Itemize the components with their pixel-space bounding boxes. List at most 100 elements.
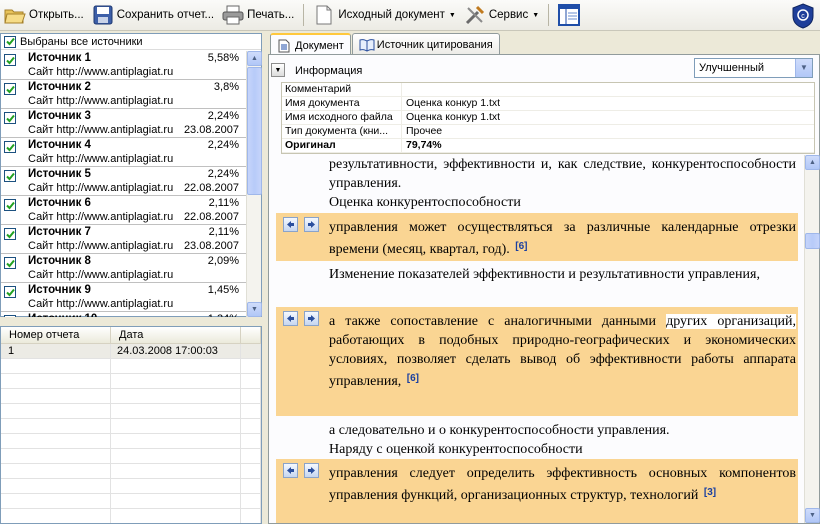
source-item[interactable]: Источник 10 1,34% (1, 312, 247, 317)
print-label: Печать... (247, 9, 295, 21)
source-item[interactable]: Источник 5 2,24% Сайт http://www.antiplagi… (1, 167, 247, 196)
source-name: Источник 6 (28, 197, 91, 209)
col-report-date[interactable]: Дата (111, 327, 241, 344)
tab-citation-source[interactable]: Источник цитирования (351, 33, 500, 55)
info-key: Комментарий (282, 83, 402, 96)
next-match-icon[interactable] (304, 463, 319, 478)
empty-cell (111, 479, 241, 494)
info-key: Оригинал (282, 139, 402, 152)
collapse-info-button[interactable]: ▼ (271, 63, 285, 77)
citation-ref-link[interactable]: [6] (407, 373, 419, 384)
scroll-thumb[interactable] (247, 67, 262, 195)
source-site[interactable]: Сайт http://www.antiplagiat.ru (28, 95, 173, 107)
prev-match-icon[interactable] (283, 311, 298, 326)
print-button[interactable]: Печать... (218, 1, 298, 29)
empty-cell (111, 359, 241, 374)
source-site[interactable]: Сайт http://www.antiplagiat.ru (28, 66, 173, 78)
source-document-dropdown[interactable]: Исходный документ ▼ (309, 1, 459, 29)
toolbar-separator (548, 4, 550, 26)
table-row[interactable]: 1 24.03.2008 17:00:03 (1, 344, 261, 359)
matched-fragment: управления может осуществляться за разли… (276, 213, 798, 261)
checkbox-checked-icon[interactable] (4, 83, 16, 95)
checkbox-checked-icon[interactable] (4, 54, 16, 66)
empty-cell (1, 479, 111, 494)
scroll-up-icon[interactable]: ▲ (247, 51, 262, 66)
empty-cell (111, 449, 241, 464)
checkbox-checked-icon[interactable] (4, 141, 16, 153)
paragraph-text: результативности, эффективности и, как с… (329, 155, 796, 212)
citation-ref-link[interactable]: [6] (515, 241, 527, 252)
source-site[interactable]: Сайт http://www.antiplagiat.ru (28, 182, 173, 194)
empty-cell (241, 464, 261, 479)
next-match-icon[interactable] (304, 311, 319, 326)
source-item[interactable]: Источник 2 3,8% Сайт http://www.antiplagia… (1, 80, 247, 109)
empty-cell (111, 389, 241, 404)
scroll-up-icon[interactable]: ▲ (805, 155, 820, 170)
prev-match-icon[interactable] (283, 463, 298, 478)
service-dropdown[interactable]: Сервис ▼ (460, 1, 543, 29)
next-match-icon[interactable] (304, 217, 319, 232)
open-folder-icon (4, 4, 26, 26)
checkbox-checked-icon[interactable] (4, 199, 16, 211)
chevron-down-icon[interactable]: ▼ (795, 59, 812, 77)
scroll-down-icon[interactable]: ▼ (247, 302, 262, 317)
source-percent: 2,24% (207, 168, 239, 180)
scroll-thumb[interactable] (805, 233, 820, 249)
empty-cell (241, 389, 261, 404)
checkbox-checked-icon[interactable] (4, 286, 16, 298)
source-item[interactable]: Источник 7 2,11% Сайт http://www.antiplagi… (1, 225, 247, 254)
document-tabs: Документ Источник цитирования (270, 33, 501, 56)
source-item[interactable]: Источник 8 2,09% Сайт http://www.antiplagi… (1, 254, 247, 283)
empty-table-row (1, 494, 261, 509)
mode-select[interactable]: Улучшенный ▼ (694, 58, 813, 78)
source-item[interactable]: Источник 6 2,11% Сайт http://www.antiplagi… (1, 196, 247, 225)
checkbox-checked-icon[interactable] (4, 257, 16, 269)
paragraph-text: а следовательно и о конкурентоспособност… (329, 421, 796, 459)
info-row: Комментарий (282, 83, 814, 97)
source-site[interactable]: Сайт http://www.antiplagiat.ru (28, 269, 173, 281)
source-item[interactable]: Источник 1 5,58% Сайт http://www.antiplagi… (1, 51, 247, 80)
document-scrollbar[interactable]: ▲ ▼ (804, 155, 820, 523)
info-row: Имя документа Оценка конкур 1.txt (282, 97, 814, 111)
info-key: Тип документа (кни... (282, 125, 402, 138)
info-title: Информация (295, 65, 363, 77)
checkbox-checked-icon[interactable] (4, 170, 16, 182)
source-site[interactable]: Сайт http://www.antiplagiat.ru (28, 124, 173, 136)
empty-cell (241, 419, 261, 434)
open-button[interactable]: Открыть... (0, 1, 88, 29)
paragraph-text-part: Оценка конкурентоспособности (329, 195, 521, 210)
save-report-button[interactable]: Сохранить отчет... (88, 1, 218, 29)
select-all-sources[interactable]: Выбраны все источники (1, 34, 261, 50)
empty-table-row (1, 479, 261, 494)
view-layout-button[interactable] (554, 1, 587, 29)
sources-scrollbar[interactable]: ▲ ▼ (246, 51, 262, 317)
prev-match-icon[interactable] (283, 217, 298, 232)
select-all-label: Выбраны все источники (20, 35, 143, 48)
mode-select-value: Улучшенный (699, 62, 765, 74)
source-item[interactable]: Источник 4 2,24% Сайт http://www.antiplagi… (1, 138, 247, 167)
floppy-disk-icon (92, 4, 114, 26)
source-site[interactable]: Сайт http://www.antiplagiat.ru (28, 240, 173, 252)
checkbox-checked-icon[interactable] (4, 228, 16, 240)
tools-icon (464, 4, 486, 26)
source-item[interactable]: Источник 3 2,24% Сайт http://www.antiplagi… (1, 109, 247, 138)
source-percent: 2,11% (208, 226, 239, 238)
text-block: Изменение показателей эффективности и ре… (276, 265, 798, 284)
checkbox-checked-icon[interactable] (4, 112, 16, 124)
checkbox-checked-icon[interactable] (4, 35, 16, 48)
source-site[interactable]: Сайт http://www.antiplagiat.ru (28, 153, 173, 165)
empty-cell (111, 509, 241, 523)
checkbox-checked-icon[interactable] (4, 315, 16, 317)
source-percent: 5,58% (207, 52, 239, 64)
col-report-number[interactable]: Номер отчета (1, 327, 111, 344)
source-name: Источник 5 (28, 168, 91, 180)
source-site[interactable]: Сайт http://www.antiplagiat.ru (28, 211, 173, 223)
source-item[interactable]: Источник 9 1,45% Сайт http://www.antiplagi… (1, 283, 247, 312)
paragraph-text-part: а следовательно и о конкурентоспособност… (329, 423, 670, 438)
source-site[interactable]: Сайт http://www.antiplagiat.ru (28, 298, 173, 310)
scroll-down-icon[interactable]: ▼ (805, 508, 820, 523)
paragraph-text-part: работающих в подобных природно-географич… (329, 333, 796, 389)
source-date: 22.08.2007 (183, 211, 239, 223)
citation-ref-link[interactable]: [3] (704, 487, 716, 498)
tab-document[interactable]: Документ (270, 33, 351, 56)
